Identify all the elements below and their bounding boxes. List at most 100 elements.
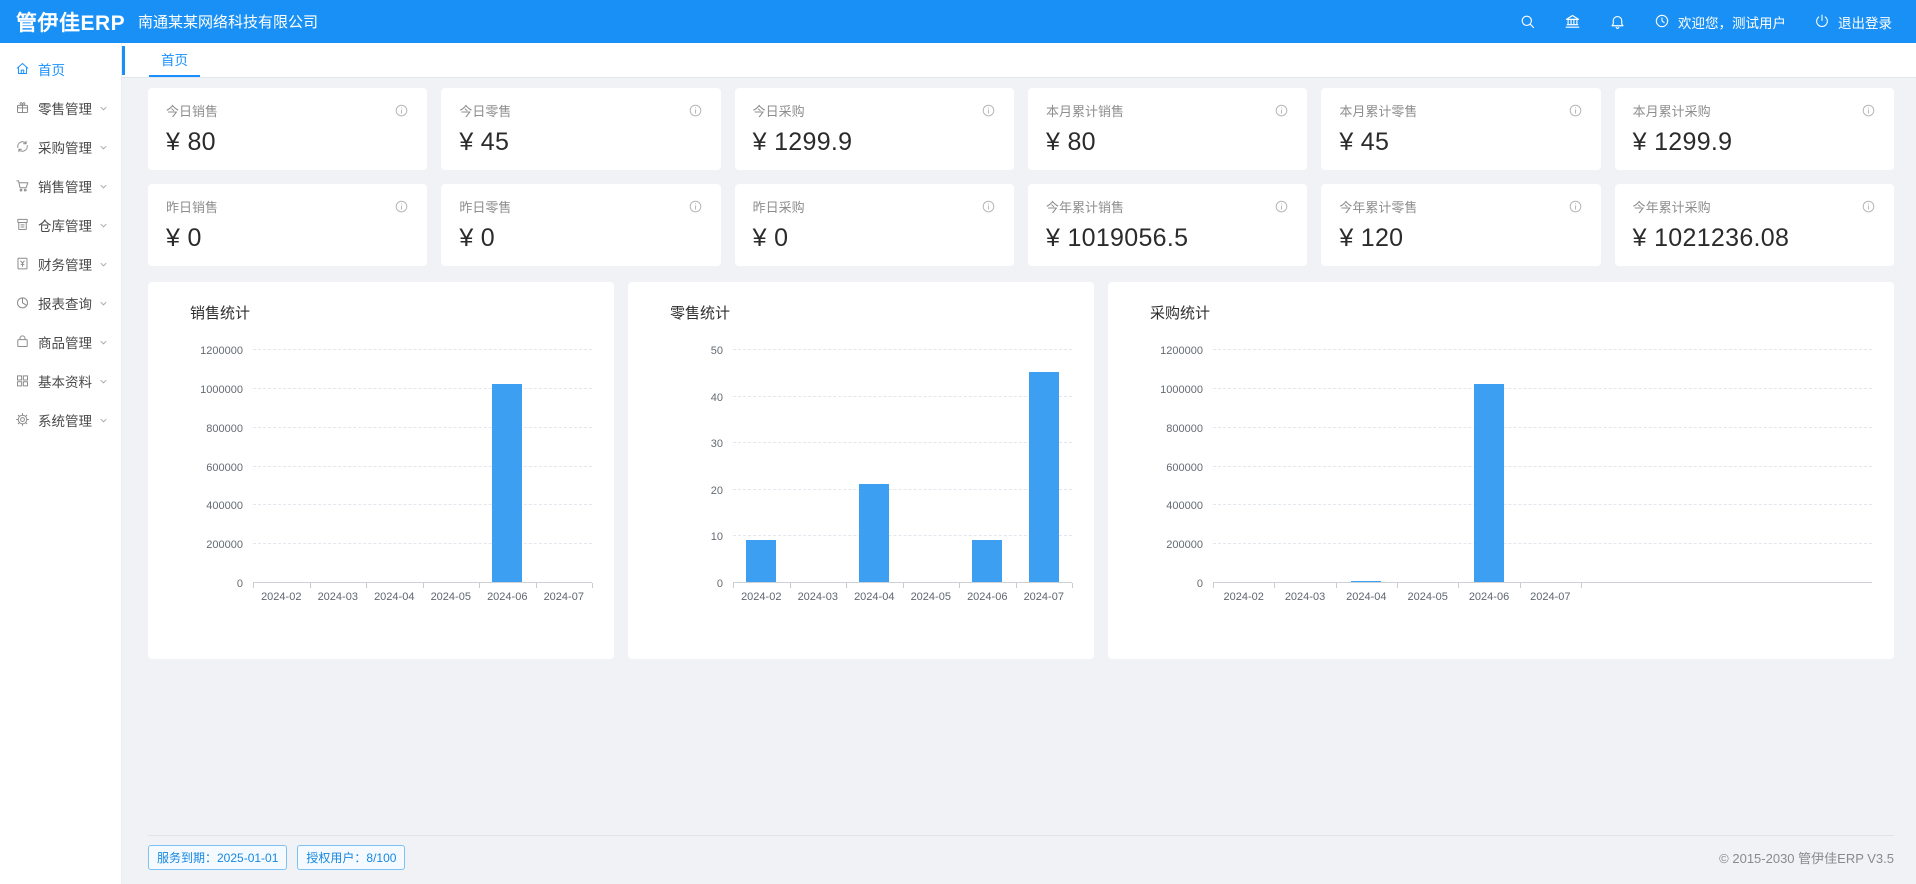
info-icon[interactable] [1274,199,1289,214]
x-axis-tick [366,583,367,588]
gridline [253,427,592,428]
retail-icon [15,100,38,115]
tab-home[interactable]: 首页 [149,43,200,77]
x-axis-tick-label: 2024-03 [1275,591,1335,603]
stat-card-label: 昨日采购 [753,197,805,216]
footer-badge: 授权用户：8/100 [297,845,405,870]
y-axis-tick-label: 1200000 [151,345,243,357]
stat-card-label: 今日零售 [459,101,511,120]
info-icon[interactable] [394,199,409,214]
stat-card-label: 本月累计销售 [1046,101,1124,120]
search-icon[interactable] [1519,13,1536,30]
footer-badge: 服务到期：2025-01-01 [148,845,287,870]
x-axis-tick [846,583,847,588]
x-axis-tick [903,583,904,588]
info-icon[interactable] [1861,199,1876,214]
stat-card-value: ¥ 1021236.08 [1633,224,1876,253]
chart-plot-area: 0200000400000600000800000100000012000002… [1213,350,1872,583]
bell-icon[interactable] [1609,13,1626,30]
x-axis-tick [1581,583,1582,588]
user-greeting[interactable]: 欢迎您，测试用户 [1654,12,1786,32]
footer: 服务到期：2025-01-01授权用户：8/100 © 2015-2030 管伊… [148,835,1894,870]
x-axis-tick-label: 2024-06 [477,591,537,603]
info-icon[interactable] [1568,103,1583,118]
y-axis-tick-label: 50 [631,345,723,357]
reports-icon [15,295,38,310]
x-axis-line [1213,582,1872,583]
sidebar-item-finance[interactable]: 财务管理 [0,244,121,283]
info-icon[interactable] [1274,103,1289,118]
gridline [1213,504,1872,505]
info-icon[interactable] [688,103,703,118]
bar-2024-06 [1474,384,1504,582]
chevron-down-icon [98,297,109,308]
charts-row: 销售统计 020000040000060000080000010000001200… [148,282,1894,659]
sidebar-item-home[interactable]: 首页 [0,49,121,88]
main-area: 首页零售管理采购管理销售管理仓库管理财务管理报表查询商品管理基本资料系统管理 首… [0,43,1916,884]
sidebar-item-label: 报表查询 [38,293,92,313]
sidebar-item-retail[interactable]: 零售管理 [0,88,121,127]
y-axis-tick-label: 1000000 [1111,384,1203,396]
y-axis-tick-label: 0 [631,578,723,590]
dashboard-content: 今日销售¥ 80今日零售¥ 45今日采购¥ 1299.9本月累计销售¥ 80本月… [122,78,1916,884]
stat-card: 今日零售¥ 45 [441,88,720,170]
x-axis-tick-label: 2024-04 [1336,591,1396,603]
info-icon[interactable] [981,199,996,214]
x-axis-tick [536,583,537,588]
gridline [733,349,1072,350]
chart-plot-area: 010203040502024-022024-032024-042024-052… [733,350,1072,583]
chevron-down-icon [98,180,109,191]
sidebar-item-purchase[interactable]: 采购管理 [0,127,121,166]
stat-card-label: 今日销售 [166,101,218,120]
sidebar-item-system[interactable]: 系统管理 [0,400,121,439]
chart-plot-area: 0200000400000600000800000100000012000002… [253,350,592,583]
erp-app: 管伊佳ERP 南通某某网络科技有限公司 欢迎您，测试用户 退出登录 首页零售管理… [0,0,1916,884]
chevron-down-icon [98,336,109,347]
clock-icon [1654,13,1671,30]
sidebar-item-label: 商品管理 [38,332,92,352]
info-icon[interactable] [688,199,703,214]
sales-icon [15,178,38,193]
x-axis-tick [423,583,424,588]
stat-cards-row-1: 今日销售¥ 80今日零售¥ 45今日采购¥ 1299.9本月累计销售¥ 80本月… [148,88,1894,170]
x-axis-tick-label: 2024-02 [731,591,791,603]
x-axis-tick-label: 2024-05 [901,591,961,603]
info-icon[interactable] [394,103,409,118]
tab-accent-bar [122,46,125,75]
bank-icon[interactable] [1564,13,1581,30]
x-axis-tick-label: 2024-03 [788,591,848,603]
chevron-down-icon [98,414,109,425]
y-axis-tick-label: 1000000 [151,384,243,396]
sidebar-item-basic[interactable]: 基本资料 [0,361,121,400]
gridline [733,396,1072,397]
x-axis-tick-label: 2024-04 [844,591,904,603]
sidebar-item-label: 零售管理 [38,98,92,118]
logout-button[interactable]: 退出登录 [1814,12,1892,32]
sidebar-item-goods[interactable]: 商品管理 [0,322,121,361]
info-icon[interactable] [1568,199,1583,214]
info-icon[interactable] [981,103,996,118]
purchase-icon [15,139,38,154]
sidebar-item-sales[interactable]: 销售管理 [0,166,121,205]
sidebar-item-reports[interactable]: 报表查询 [0,283,121,322]
stat-cards-row-2: 昨日销售¥ 0昨日零售¥ 0昨日采购¥ 0今年累计销售¥ 1019056.5今年… [148,184,1894,266]
chart-panel-1: 销售统计 020000040000060000080000010000001200… [148,282,614,659]
info-icon[interactable] [1861,103,1876,118]
stat-card: 昨日采购¥ 0 [735,184,1014,266]
x-axis-tick-label: 2024-07 [1014,591,1074,603]
y-axis-tick-label: 20 [631,485,723,497]
bar-2024-04 [859,484,889,582]
x-axis-tick [959,583,960,588]
x-axis-tick-label: 2024-06 [1459,591,1519,603]
y-axis-tick-label: 400000 [151,500,243,512]
x-axis-tick-label: 2024-04 [364,591,424,603]
app-logo[interactable]: 管伊佳ERP [0,7,122,37]
sidebar-item-label: 财务管理 [38,254,92,274]
gridline [1213,349,1872,350]
x-axis-tick [790,583,791,588]
chart-title: 销售统计 [148,282,614,323]
gridline [253,543,592,544]
gridline [733,442,1072,443]
sidebar-item-warehouse[interactable]: 仓库管理 [0,205,121,244]
chevron-down-icon [98,141,109,152]
